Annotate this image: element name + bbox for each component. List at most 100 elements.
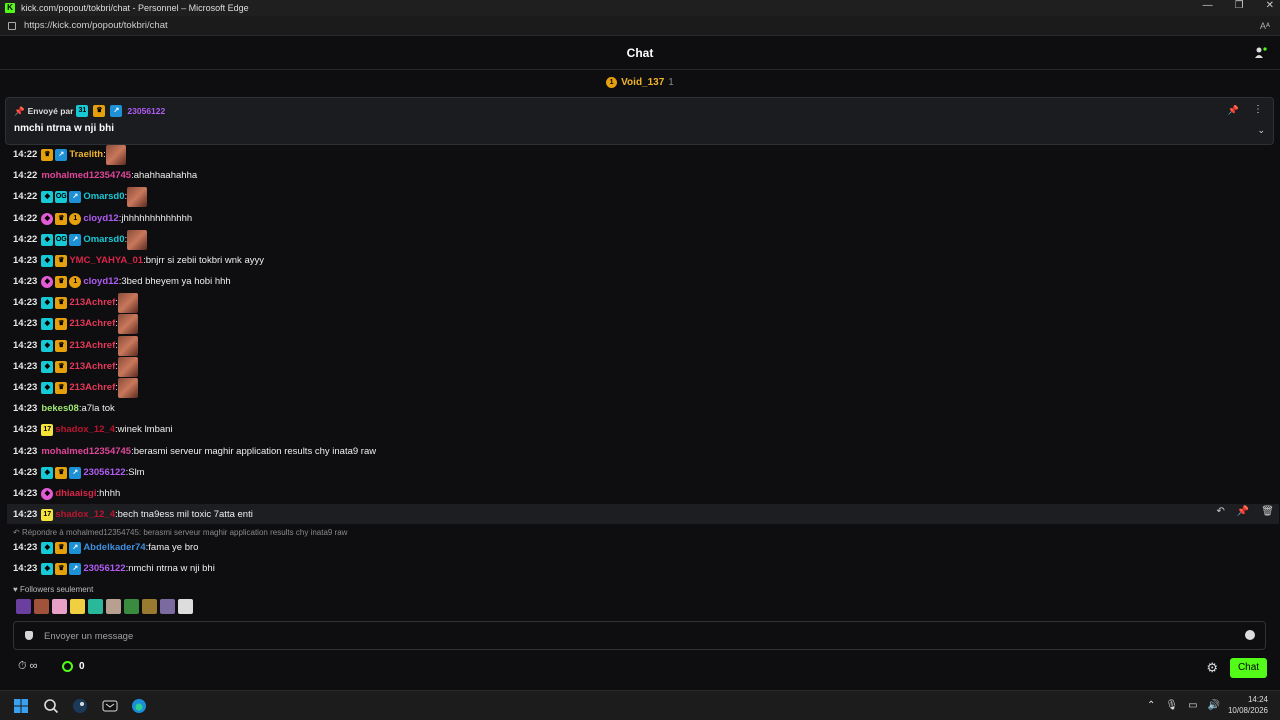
lock-icon[interactable] xyxy=(8,21,16,30)
chat-message[interactable]: 14:23 17 shadox_12_4: winek lmbani xyxy=(13,419,173,440)
chat-message[interactable]: 14:23 ◆ ♛ YMC_YAHYA_01: bnjrr si zebii tokb… xyxy=(13,250,264,271)
emote-icon[interactable] xyxy=(88,599,103,614)
edge-icon[interactable] xyxy=(131,698,147,714)
message-username[interactable]: shadox_12_4 xyxy=(55,509,115,520)
chat-mode-indicator[interactable]: ⏱ ∞ xyxy=(18,660,37,673)
steam-icon[interactable] xyxy=(72,698,88,714)
channel-points[interactable]: 0 xyxy=(62,661,85,672)
message-username[interactable]: 213Achref xyxy=(69,340,115,351)
address-bar[interactable]: https://kick.com/popout/tokbri/chat Aᴬ xyxy=(0,16,1280,36)
chevron-up-icon[interactable]: ⌃ xyxy=(1147,700,1155,711)
emote-icon[interactable] xyxy=(178,599,193,614)
read-aloud-icon[interactable]: Aᴬ xyxy=(1260,21,1270,31)
message-username[interactable]: 23056122 xyxy=(83,563,125,574)
followers-only-label: Followers seulement xyxy=(19,585,94,594)
message-username[interactable]: shadox_12_4 xyxy=(55,424,115,435)
message-username[interactable]: cloyd12 xyxy=(83,276,118,287)
message-timestamp: 14:23 xyxy=(13,382,38,393)
chat-message[interactable]: 14:23 ◆ ♛ ↗ Abdelkader74: fama ye bro xyxy=(13,537,198,558)
emote-icon[interactable] xyxy=(160,599,175,614)
message-username[interactable]: 23056122 xyxy=(83,467,125,478)
message-username[interactable]: 213Achref xyxy=(69,361,115,372)
chat-message[interactable]: 14:22 ◆ OG ↗ Omarsd0: xyxy=(13,186,148,207)
chat-message[interactable]: 14:23 ◆ ♛ ↗ 23056122: nmchi ntrna w nji bhi xyxy=(13,558,215,579)
message-username[interactable]: Abdelkader74 xyxy=(83,542,145,553)
taskbar-clock[interactable]: 14:24 10/08/2026 xyxy=(1228,694,1268,716)
emote-icon[interactable] xyxy=(34,599,49,614)
chat-message[interactable]: 14:23 ◆ dhiaaisgi: hhhh xyxy=(13,483,120,504)
message-username[interactable]: Traelith xyxy=(69,149,103,160)
volume-icon[interactable]: 🔊 xyxy=(1208,700,1220,711)
emoji-picker-icon[interactable] xyxy=(1245,630,1255,640)
delete-icon[interactable]: 🗑 xyxy=(1261,506,1274,517)
verified-badge-icon: ↗ xyxy=(69,541,82,554)
message-input[interactable] xyxy=(44,627,1234,645)
chat-message[interactable]: 14:22 mohalmed12354745: ahahhaahahha xyxy=(13,165,197,186)
chat-message[interactable]: 14:22 ◆ ♛ 1 cloyd12: jhhhhhhhhhhhhh xyxy=(13,208,192,229)
message-text: nmchi ntrna w nji bhi xyxy=(128,563,215,574)
pin-message-icon[interactable]: 📌 xyxy=(1237,506,1249,517)
emote-icon[interactable] xyxy=(117,377,138,398)
emote-icon[interactable] xyxy=(52,599,67,614)
emote-icon[interactable] xyxy=(105,144,126,165)
users-icon[interactable] xyxy=(1254,46,1268,60)
chat-message[interactable]: 14:23 mohalmed12354745: berasmi serveur m… xyxy=(13,441,376,462)
chat-message[interactable]: 14:23 17 shadox_12_4: bech tna9ess mil tox… xyxy=(13,504,253,525)
chat-message[interactable]: 14:23 bekes08: a7la tok xyxy=(13,398,115,419)
message-username[interactable]: 213Achref xyxy=(69,318,115,329)
emote-icon[interactable] xyxy=(127,229,148,250)
top-gifter[interactable]: 1 Void_137 1 xyxy=(0,70,1280,94)
emote-icon[interactable] xyxy=(117,313,138,334)
message-username[interactable]: YMC_YAHYA_01 xyxy=(69,255,143,266)
chat-message[interactable]: 14:22 ♛ ↗ Traelith: xyxy=(13,144,126,165)
emote-icon[interactable] xyxy=(127,186,148,207)
pinned-sender[interactable]: 23056122 xyxy=(127,106,165,116)
chat-message[interactable]: 14:23 ◆ ♛ ↗ 23056122: Slm xyxy=(13,462,145,483)
message-username[interactable]: Omarsd0 xyxy=(83,191,124,202)
restore-icon[interactable]: ❐ xyxy=(1235,0,1244,11)
emote-icon[interactable] xyxy=(117,292,138,313)
reply-reference[interactable]: ↶ Répondre à mohalmed12354745: berasmi s… xyxy=(13,528,347,537)
message-username[interactable]: mohalmed12354745 xyxy=(41,170,131,181)
emote-icon[interactable] xyxy=(117,335,138,356)
top-gifter-name[interactable]: Void_137 xyxy=(621,77,664,88)
emote-icon[interactable] xyxy=(142,599,157,614)
emote-icon[interactable] xyxy=(70,599,85,614)
search-icon[interactable] xyxy=(43,698,59,714)
microphone-icon[interactable]: 🎙 xyxy=(1165,700,1178,711)
message-username[interactable]: mohalmed12354745 xyxy=(41,446,131,457)
reply-arrow-icon: ↶ xyxy=(13,528,22,537)
close-icon[interactable]: ✕ xyxy=(1266,0,1274,11)
subscriber-badge-icon: 17 xyxy=(41,508,54,521)
chat-message[interactable]: 14:23 ◆ ♛ 213Achref: xyxy=(13,292,138,313)
message-username[interactable]: 213Achref xyxy=(69,297,115,308)
message-username[interactable]: dhiaaisgi xyxy=(55,488,96,499)
more-options-icon[interactable]: ⋮ xyxy=(1253,104,1263,115)
send-chat-button[interactable]: Chat xyxy=(1230,658,1267,678)
windows-start-icon[interactable] xyxy=(13,698,29,714)
emote-icon[interactable] xyxy=(117,356,138,377)
reply-icon[interactable]: ↶ xyxy=(1216,506,1224,517)
emote-icon[interactable] xyxy=(106,599,121,614)
emote-icon[interactable] xyxy=(124,599,139,614)
gear-icon[interactable]: ⚙ xyxy=(1206,660,1218,676)
chat-message[interactable]: 14:23 ◆ ♛ 213Achref: xyxy=(13,356,138,377)
message-username[interactable]: bekes08 xyxy=(41,403,79,414)
network-icon[interactable]: ▭ xyxy=(1188,700,1197,711)
chat-message[interactable]: 14:23 ◆ ♛ 213Achref: xyxy=(13,335,138,356)
chat-message[interactable]: 14:23 ◆ ♛ 213Achref: xyxy=(13,377,138,398)
chat-message[interactable]: 14:23 ◆ ♛ 1 cloyd12: 3bed bheyem ya hobi hhh xyxy=(13,271,231,292)
message-username[interactable]: Omarsd0 xyxy=(83,234,124,245)
chat-message[interactable]: 14:23 ◆ ♛ 213Achref: xyxy=(13,313,138,334)
url-text[interactable]: https://kick.com/popout/tokbri/chat xyxy=(24,20,168,31)
chat-message[interactable]: 14:22 ◆ OG ↗ Omarsd0: xyxy=(13,229,148,250)
emote-icon[interactable] xyxy=(16,599,31,614)
message-timestamp: 14:23 xyxy=(13,297,38,308)
capcut-icon[interactable] xyxy=(102,698,118,714)
chevron-down-icon[interactable]: ⌄ xyxy=(1257,125,1265,136)
minimize-icon[interactable]: — xyxy=(1203,0,1213,11)
message-username[interactable]: cloyd12 xyxy=(83,213,118,224)
unpin-icon[interactable]: 📌 xyxy=(1228,105,1239,116)
message-username[interactable]: 213Achref xyxy=(69,382,115,393)
verified-badge-icon: ↗ xyxy=(110,105,123,117)
